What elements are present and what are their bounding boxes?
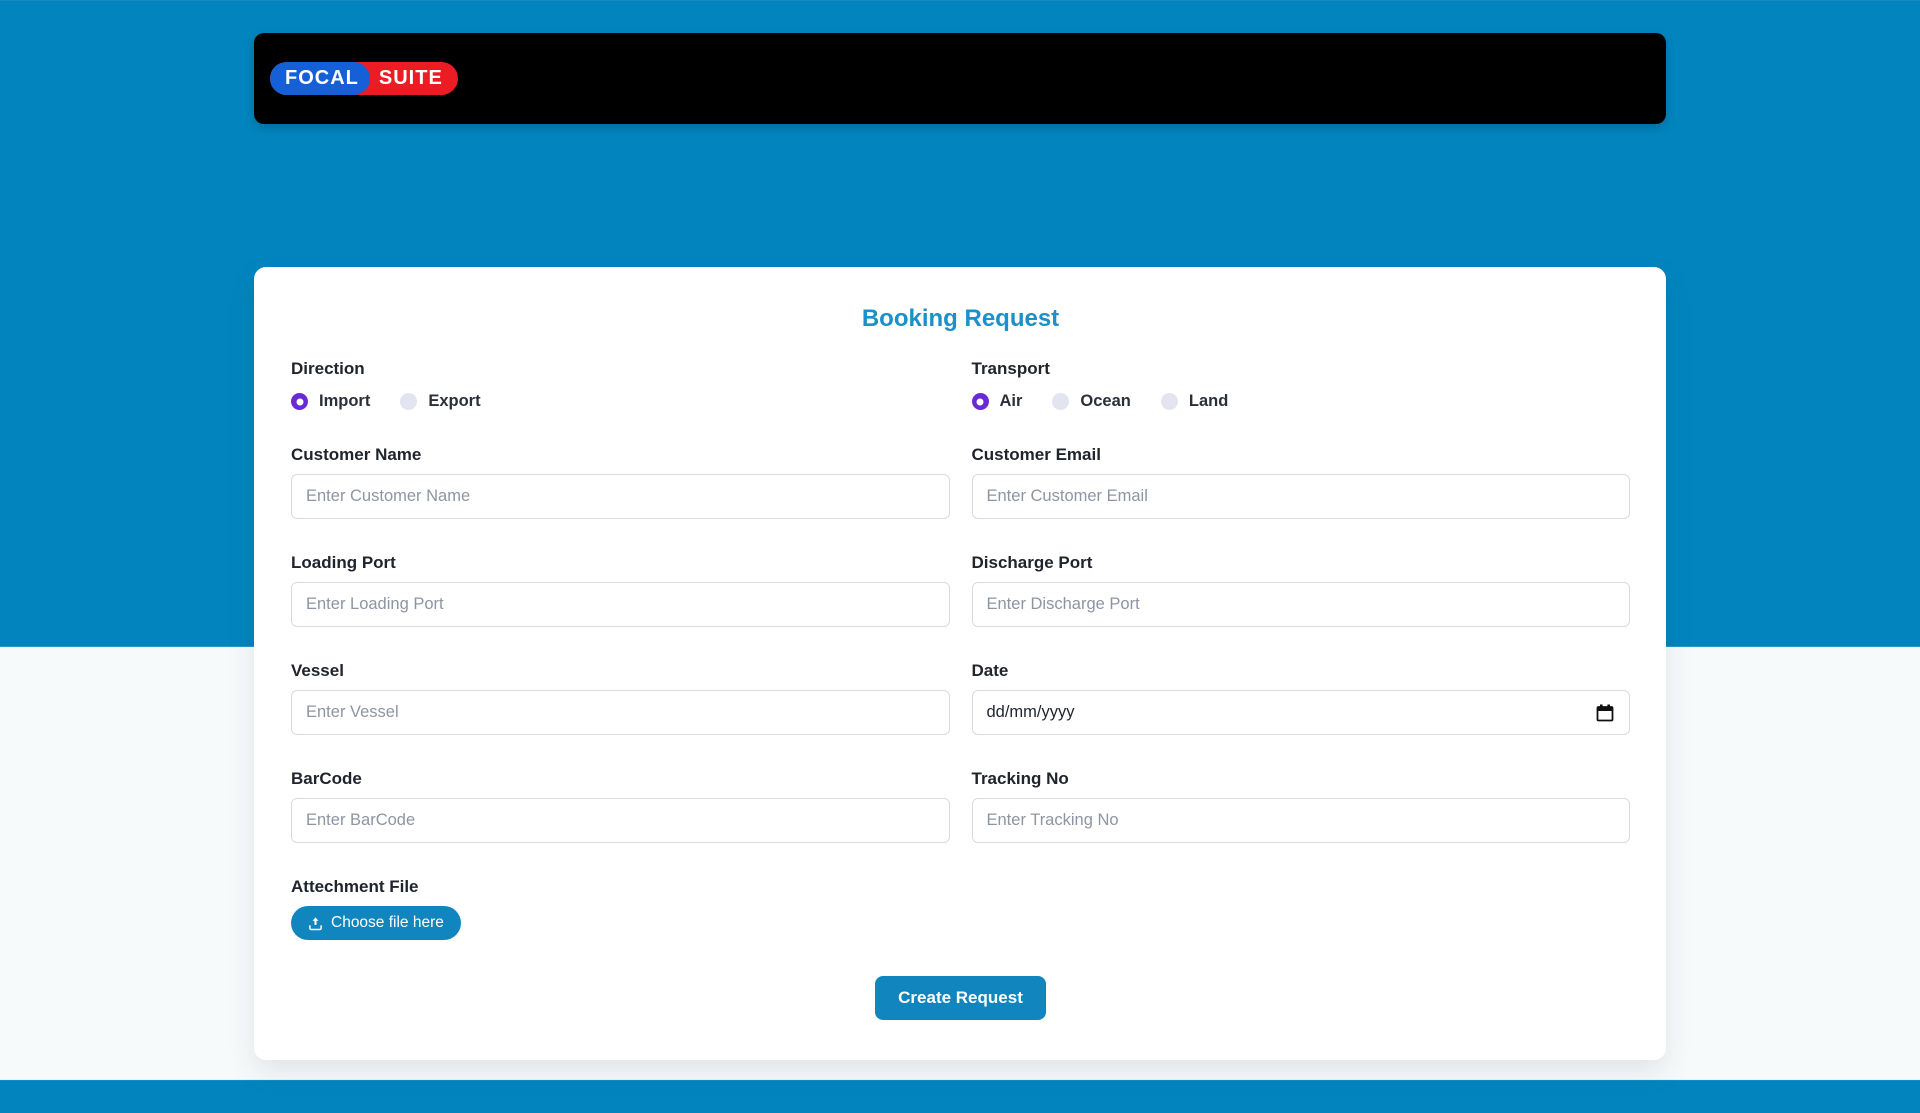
customer-email-input[interactable] bbox=[972, 474, 1631, 519]
choose-file-label: Choose file here bbox=[331, 914, 444, 932]
loading-port-label: Loading Port bbox=[291, 553, 950, 573]
customer-name-label: Customer Name bbox=[291, 445, 950, 465]
direction-radio-group: Import Export bbox=[291, 392, 950, 411]
transport-field: Transport Air Ocean Land bbox=[972, 359, 1631, 411]
upload-icon bbox=[308, 916, 323, 931]
radio-import[interactable]: Import bbox=[291, 392, 370, 411]
radio-air[interactable]: Air bbox=[972, 392, 1023, 411]
empty-grid-cell bbox=[972, 877, 1631, 940]
customer-name-input[interactable] bbox=[291, 474, 950, 519]
transport-label: Transport bbox=[972, 359, 1631, 379]
radio-import-label: Import bbox=[319, 392, 370, 411]
discharge-port-label: Discharge Port bbox=[972, 553, 1631, 573]
radio-land-label: Land bbox=[1189, 392, 1228, 411]
attachment-label: Attechment File bbox=[291, 877, 950, 897]
vessel-input[interactable] bbox=[291, 690, 950, 735]
direction-label: Direction bbox=[291, 359, 950, 379]
booking-request-card: Booking Request Direction Import Export bbox=[254, 267, 1666, 1060]
barcode-label: BarCode bbox=[291, 769, 950, 789]
customer-email-field: Customer Email bbox=[972, 445, 1631, 519]
submit-row: Create Request bbox=[291, 976, 1630, 1020]
attachment-field: Attechment File Choose file here bbox=[291, 877, 950, 940]
discharge-port-field: Discharge Port bbox=[972, 553, 1631, 627]
loading-port-field: Loading Port bbox=[291, 553, 950, 627]
direction-field: Direction Import Export bbox=[291, 359, 950, 411]
radio-air-label: Air bbox=[1000, 392, 1023, 411]
logo-focal-segment: FOCAL bbox=[270, 62, 370, 95]
radio-air-icon[interactable] bbox=[972, 393, 989, 410]
radio-import-icon[interactable] bbox=[291, 393, 308, 410]
transport-radio-group: Air Ocean Land bbox=[972, 392, 1631, 411]
radio-export[interactable]: Export bbox=[400, 392, 480, 411]
loading-port-input[interactable] bbox=[291, 582, 950, 627]
tracking-no-label: Tracking No bbox=[972, 769, 1631, 789]
vessel-field: Vessel bbox=[291, 661, 950, 735]
date-label: Date bbox=[972, 661, 1631, 681]
booking-form: Direction Import Export Transport bbox=[291, 359, 1630, 1020]
barcode-input[interactable] bbox=[291, 798, 950, 843]
radio-land-icon[interactable] bbox=[1161, 393, 1178, 410]
radio-export-label: Export bbox=[428, 392, 480, 411]
radio-ocean-label: Ocean bbox=[1080, 392, 1130, 411]
choose-file-button[interactable]: Choose file here bbox=[291, 906, 461, 940]
create-request-button[interactable]: Create Request bbox=[875, 976, 1046, 1020]
date-field: Date dd/mm/yyyy bbox=[972, 661, 1631, 735]
page-container: FOCAL SUITE Booking Request Direction Im… bbox=[254, 33, 1666, 1060]
radio-export-icon[interactable] bbox=[400, 393, 417, 410]
tracking-no-field: Tracking No bbox=[972, 769, 1631, 843]
customer-email-label: Customer Email bbox=[972, 445, 1631, 465]
tracking-no-input[interactable] bbox=[972, 798, 1631, 843]
discharge-port-input[interactable] bbox=[972, 582, 1631, 627]
page-title: Booking Request bbox=[291, 305, 1630, 333]
logo-suite-segment: SUITE bbox=[370, 62, 458, 95]
calendar-icon[interactable] bbox=[1595, 703, 1615, 723]
focal-suite-logo[interactable]: FOCAL SUITE bbox=[270, 62, 458, 95]
customer-name-field: Customer Name bbox=[291, 445, 950, 519]
date-input[interactable]: dd/mm/yyyy bbox=[972, 690, 1631, 735]
barcode-field: BarCode bbox=[291, 769, 950, 843]
vessel-label: Vessel bbox=[291, 661, 950, 681]
top-navbar: FOCAL SUITE bbox=[254, 33, 1666, 124]
date-placeholder: dd/mm/yyyy bbox=[987, 703, 1075, 722]
radio-land[interactable]: Land bbox=[1161, 392, 1228, 411]
radio-ocean[interactable]: Ocean bbox=[1052, 392, 1130, 411]
radio-ocean-icon[interactable] bbox=[1052, 393, 1069, 410]
